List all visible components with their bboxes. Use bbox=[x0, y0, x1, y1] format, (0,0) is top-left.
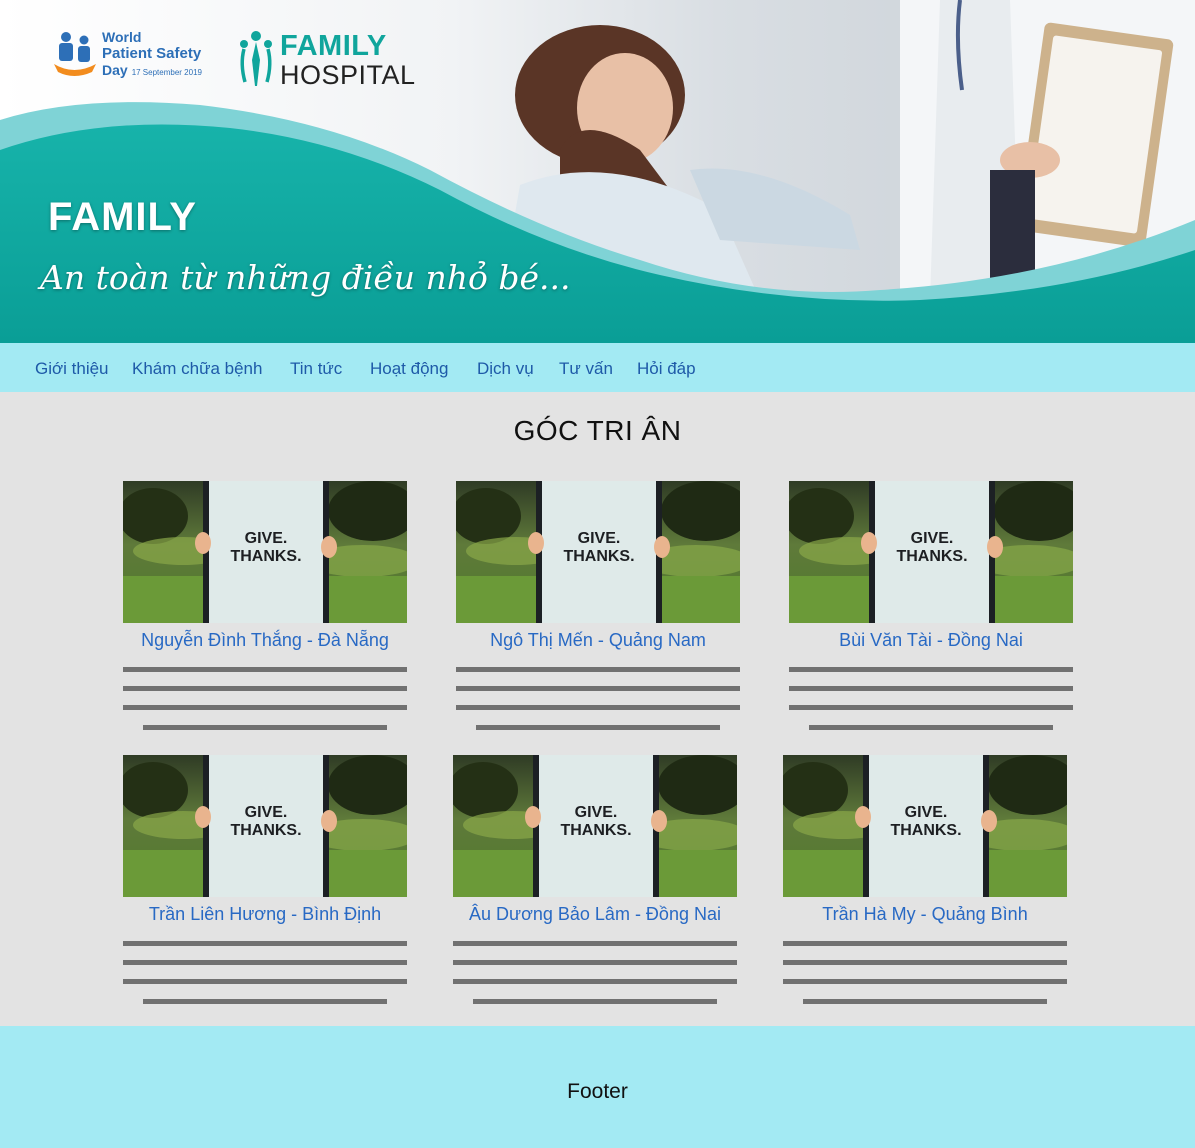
placeholder-line bbox=[123, 979, 407, 984]
sign-text-word: GIVE. bbox=[245, 804, 288, 821]
placeholder-line bbox=[453, 960, 737, 965]
nav-item-hoi-dap[interactable]: Hỏi đáp bbox=[637, 359, 696, 379]
placeholder-line bbox=[783, 979, 1067, 984]
card-image[interactable]: GIVE. THANKS. bbox=[123, 481, 407, 623]
nav-item-gioi-thieu[interactable]: Giới thiệu bbox=[35, 359, 109, 379]
card-image[interactable]: GIVE. THANKS. bbox=[456, 481, 740, 623]
card-image[interactable]: GIVE. THANKS. bbox=[123, 755, 407, 897]
footer-label: Footer bbox=[567, 1080, 628, 1103]
placeholder-line bbox=[143, 999, 387, 1004]
nav-item-tin-tuc[interactable]: Tin tức bbox=[290, 359, 342, 379]
sign-text-word: THANKS. bbox=[890, 822, 961, 839]
sign-text-word: THANKS. bbox=[230, 822, 301, 839]
nav-item-kham-chua-benh[interactable]: Khám chữa bệnh bbox=[132, 359, 262, 379]
placeholder-line bbox=[453, 941, 737, 946]
placeholder-line bbox=[803, 999, 1047, 1004]
family-hospital-logo[interactable]: FAMILY HOSPITAL bbox=[238, 30, 428, 92]
give-thanks-photo: GIVE.THANKS. bbox=[123, 755, 407, 897]
give-thanks-photo: GIVE.THANKS. bbox=[789, 481, 1073, 623]
placeholder-line bbox=[476, 725, 720, 730]
placeholder-line bbox=[789, 667, 1073, 672]
placeholder-line bbox=[123, 686, 407, 691]
sign-text-word: GIVE. bbox=[575, 804, 618, 821]
card-name[interactable]: Ngô Thị Mến - Quảng Nam bbox=[416, 630, 780, 651]
card-image[interactable]: GIVE. THANKS. bbox=[789, 481, 1073, 623]
world-patient-safety-day-logo: World Patient Safety Day 17 September 201… bbox=[52, 30, 222, 85]
placeholder-line bbox=[456, 686, 740, 691]
wps-date: 17 September 2019 bbox=[131, 68, 202, 77]
nav-item-dich-vu[interactable]: Dịch vụ bbox=[477, 359, 534, 379]
family-figure-icon bbox=[240, 31, 272, 86]
nav-item-hoat-dong[interactable]: Hoạt động bbox=[370, 359, 448, 379]
people-icon bbox=[54, 32, 96, 76]
sign-text-word: GIVE. bbox=[911, 530, 954, 547]
give-thanks-photo: GIVE.THANKS. bbox=[783, 755, 1067, 897]
main-nav: Giới thiệu Khám chữa bệnh Tin tức Hoạt đ… bbox=[0, 343, 1195, 392]
card-name[interactable]: Nguyễn Đình Thắng - Đà Nẵng bbox=[83, 630, 447, 651]
card-name[interactable]: Bùi Văn Tài - Đồng Nai bbox=[749, 630, 1113, 651]
section-title: GÓC TRI ÂN bbox=[513, 415, 682, 446]
footer: Footer bbox=[0, 1026, 1195, 1148]
placeholder-line bbox=[789, 705, 1073, 710]
sign-text-word: THANKS. bbox=[896, 548, 967, 565]
card-image[interactable]: GIVE. THANKS. bbox=[453, 755, 737, 897]
sign-text-word: GIVE. bbox=[905, 804, 948, 821]
wps-line3: Day bbox=[102, 62, 128, 78]
sign-text-word: THANKS. bbox=[230, 548, 301, 565]
placeholder-line bbox=[456, 667, 740, 672]
header-banner: World Patient Safety Day 17 September 201… bbox=[0, 0, 1195, 343]
placeholder-line bbox=[783, 941, 1067, 946]
placeholder-line bbox=[123, 960, 407, 965]
give-thanks-photo: GIVE.THANKS. bbox=[456, 481, 740, 623]
sign-text-word: GIVE. bbox=[578, 530, 621, 547]
placeholder-line bbox=[123, 667, 407, 672]
placeholder-line bbox=[123, 941, 407, 946]
wps-line1: World bbox=[102, 29, 142, 45]
hospital-logo-word1: FAMILY bbox=[280, 30, 387, 62]
wps-line2: Patient Safety bbox=[102, 45, 202, 62]
give-thanks-photo: GIVE.THANKS. bbox=[123, 481, 407, 623]
placeholder-line bbox=[783, 960, 1067, 965]
card-name[interactable]: Trần Liên Hương - Bình Định bbox=[83, 904, 447, 925]
sign-text-word: GIVE. bbox=[245, 530, 288, 547]
sign-text-word: THANKS. bbox=[563, 548, 634, 565]
banner-slogan: An toàn từ những điều nhỏ bé... bbox=[40, 258, 571, 297]
placeholder-line bbox=[789, 686, 1073, 691]
placeholder-line bbox=[456, 705, 740, 710]
sign-text-word: THANKS. bbox=[560, 822, 631, 839]
placeholder-line bbox=[453, 979, 737, 984]
card-name[interactable]: Âu Dương Bảo Lâm - Đồng Nai bbox=[413, 904, 777, 925]
placeholder-line bbox=[123, 705, 407, 710]
give-thanks-photo: GIVE.THANKS. bbox=[453, 755, 737, 897]
hospital-logo-word2: HOSPITAL bbox=[280, 60, 416, 90]
placeholder-line bbox=[143, 725, 387, 730]
placeholder-line bbox=[473, 999, 717, 1004]
card-image[interactable]: GIVE. THANKS. bbox=[783, 755, 1067, 897]
nav-item-tu-van[interactable]: Tư vấn bbox=[559, 359, 613, 379]
banner-title: FAMILY bbox=[48, 195, 197, 239]
card-name[interactable]: Trần Hà My - Quảng Bình bbox=[743, 904, 1107, 925]
placeholder-line bbox=[809, 725, 1053, 730]
